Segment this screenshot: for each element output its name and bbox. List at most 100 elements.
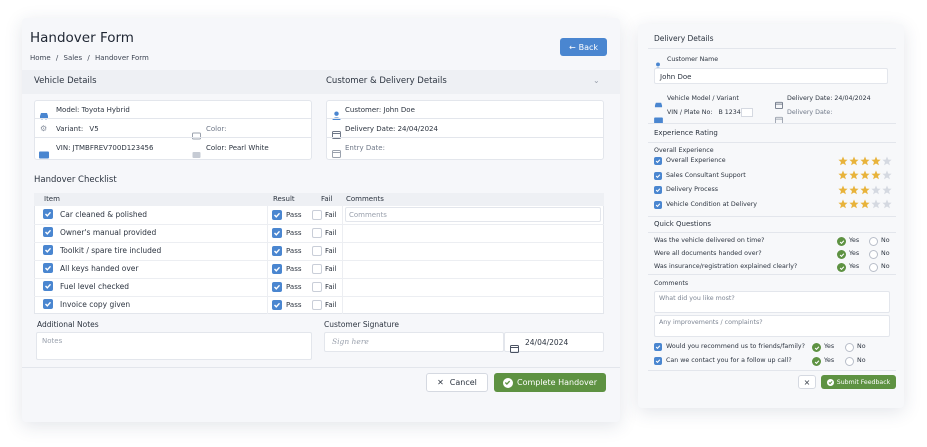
question-no-radio[interactable]: [869, 263, 878, 272]
rating-label: Vehicle Condition at Delivery: [666, 200, 758, 208]
calendar-sign-icon[interactable]: [510, 338, 519, 357]
pass-label: Pass: [286, 247, 302, 255]
fail-checkbox[interactable]: [312, 282, 322, 292]
contact-yes-radio[interactable]: [812, 357, 821, 366]
checklist-item-label: Invoice copy given: [60, 300, 131, 309]
cancel-button[interactable]: ✕ Cancel: [426, 373, 488, 392]
item-checkbox[interactable]: [43, 245, 53, 255]
fail-checkbox[interactable]: [312, 300, 322, 310]
contact-yes-label: Yes: [824, 357, 835, 364]
vehicle-details-header: Vehicle Details: [34, 76, 97, 86]
rating-checkbox[interactable]: [654, 186, 662, 194]
fail-label: Fail: [325, 229, 337, 237]
side-title: Delivery Details: [654, 34, 714, 43]
comments-label: Comments: [654, 280, 689, 287]
fail-label: Fail: [325, 265, 337, 273]
item-checkbox[interactable]: [43, 263, 53, 273]
rating-header: Experience Rating: [654, 129, 718, 137]
vehicle-vin: VIN: JTMBFREV700D123456: [56, 144, 154, 152]
star-rating[interactable]: [838, 185, 892, 195]
customer-name-label: Customer Name: [667, 56, 719, 63]
improvements-placeholder: Any improvements / complaints?: [659, 319, 763, 326]
side-id-icon: [654, 109, 663, 128]
contact-question: Can we contact you for a follow up call?: [666, 357, 792, 364]
recommend-no-label: No: [857, 343, 866, 350]
recommend-checkbox[interactable]: [654, 343, 662, 351]
details-header-strip: [22, 70, 620, 94]
rating-checkbox[interactable]: [654, 157, 662, 165]
question-no-label: No: [881, 263, 890, 270]
complete-handover-button[interactable]: Complete Handover: [494, 373, 606, 392]
pass-checkbox[interactable]: [272, 300, 282, 310]
star-rating[interactable]: [838, 156, 892, 166]
pass-checkbox[interactable]: [272, 282, 282, 292]
star-rating[interactable]: [838, 199, 892, 209]
side-close-button[interactable]: ×: [798, 375, 816, 389]
contact-no-radio[interactable]: [845, 357, 854, 366]
breadcrumb: Home / Sales / Handover Form: [30, 54, 149, 62]
side-vin: VIN / Plate No: B 1234: [667, 109, 741, 116]
fail-checkbox[interactable]: [312, 246, 322, 256]
pass-checkbox[interactable]: [272, 264, 282, 274]
checklist-item-label: Toolkit / spare tire included: [60, 246, 162, 255]
question-no-radio[interactable]: [869, 237, 878, 246]
fail-label: Fail: [325, 247, 337, 255]
breadcrumb-home[interactable]: Home: [30, 54, 51, 62]
fail-label: Fail: [325, 301, 337, 309]
question-text: Were all documents handed over?: [654, 250, 762, 257]
calendar-icon: [332, 124, 341, 143]
notes-textarea[interactable]: [36, 332, 312, 360]
pass-checkbox[interactable]: [272, 210, 282, 220]
star-rating[interactable]: [838, 170, 892, 180]
chevron-down-icon[interactable]: ⌄: [593, 76, 600, 85]
question-text: Was the vehicle delivered on time?: [654, 237, 765, 244]
gear-icon: ⚙: [40, 124, 48, 133]
side-model-label: Vehicle Model / Variant: [667, 95, 739, 102]
fail-checkbox[interactable]: [312, 228, 322, 238]
rating-label: Delivery Process: [666, 186, 719, 193]
breadcrumb-sales[interactable]: Sales: [64, 54, 83, 62]
rating-checkbox[interactable]: [654, 200, 662, 209]
submit-feedback-button[interactable]: Submit Feedback: [821, 375, 896, 389]
pass-label: Pass: [286, 283, 302, 291]
question-text: Was insurance/registration explained cle…: [654, 263, 798, 270]
submit-check-icon: [826, 378, 834, 386]
item-checkbox[interactable]: [43, 299, 53, 309]
question-no-radio[interactable]: [869, 250, 878, 259]
signature-date: 24/04/2024: [525, 338, 569, 347]
entry-date: Entry Date:: [345, 144, 385, 152]
fail-checkbox[interactable]: [312, 264, 322, 274]
palette-icon: [192, 125, 201, 144]
feedback-panel: Delivery Details Customer Name John Doe …: [638, 24, 904, 408]
question-yes-radio[interactable]: [837, 263, 846, 272]
question-yes-radio[interactable]: [837, 250, 846, 259]
car-icon: [39, 105, 49, 124]
pass-checkbox[interactable]: [272, 246, 282, 256]
contact-checkbox[interactable]: [654, 357, 662, 365]
recommend-no-radio[interactable]: [845, 343, 854, 352]
col-result: Result: [273, 195, 295, 203]
close-icon: ✕: [437, 378, 444, 387]
col-comments: Comments: [346, 195, 384, 203]
rating-checkbox[interactable]: [654, 171, 662, 180]
checklist-item-label: Car cleaned & polished: [60, 210, 148, 219]
question-yes-radio[interactable]: [837, 237, 846, 246]
questions-header: Quick Questions: [654, 220, 711, 228]
fail-checkbox[interactable]: [312, 210, 322, 220]
rating-label: Overall Experience: [666, 157, 726, 164]
recommend-yes-radio[interactable]: [812, 343, 821, 352]
item-checkbox[interactable]: [43, 209, 53, 219]
vehicle-variant: Variant: V5: [56, 125, 99, 133]
question-no-label: No: [881, 237, 890, 244]
pass-checkbox[interactable]: [272, 228, 282, 238]
item-checkbox[interactable]: [43, 281, 53, 291]
paint-icon: [192, 144, 201, 163]
signature-placeholder: Sign here: [332, 337, 369, 346]
customer-name: Customer: John Doe: [345, 106, 415, 114]
question-yes-label: Yes: [849, 263, 860, 270]
fail-label: Fail: [325, 283, 337, 291]
item-checkbox[interactable]: [43, 227, 53, 237]
back-button[interactable]: ← Back: [560, 38, 607, 56]
col-item: Item: [44, 195, 60, 203]
fail-label: Fail: [325, 211, 337, 219]
